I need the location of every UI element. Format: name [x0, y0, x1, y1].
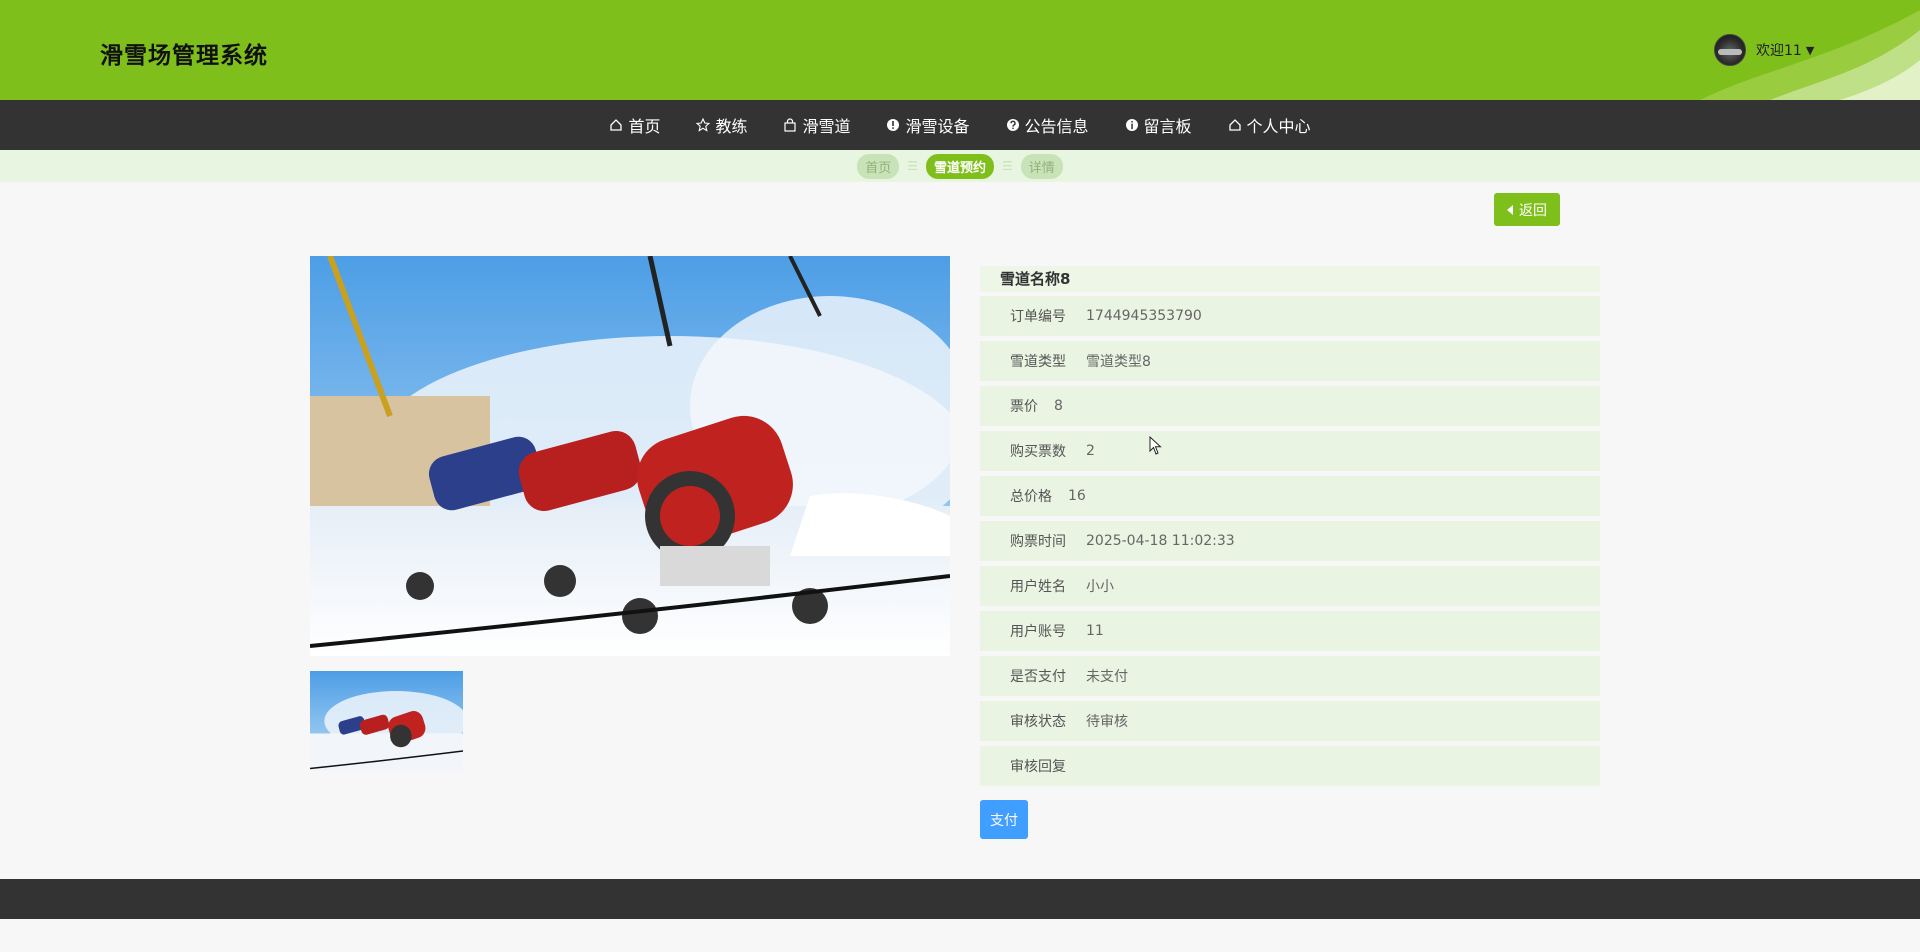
avatar[interactable] [1714, 34, 1746, 66]
field-label: 雪道类型 [1010, 354, 1066, 370]
detail-row-user-name: 用户姓名 小小 [980, 566, 1600, 606]
field-value: 11 [1086, 623, 1104, 639]
field-label: 审核回复 [1010, 759, 1066, 775]
breadcrumb-separator: ☰ [1002, 159, 1013, 173]
field-label: 购买票数 [1010, 444, 1066, 460]
detail-row-payment-status: 是否支付 未支付 [980, 656, 1600, 696]
detail-row-ticket-price: 票价 8 [980, 386, 1600, 426]
nav-item-message-board[interactable]: 留言板 [1125, 113, 1192, 137]
bag-icon [784, 118, 797, 132]
user-menu[interactable]: 欢迎11 ▼ [1714, 34, 1814, 66]
caret-left-icon [1507, 204, 1513, 215]
nav-label: 留言板 [1143, 117, 1192, 136]
nav-item-home[interactable]: 首页 [609, 113, 660, 137]
header-bar: 滑雪场管理系统 欢迎11 ▼ [0, 0, 1920, 100]
nav-item-user-center[interactable]: 个人中心 [1228, 113, 1311, 137]
field-value: 小小 [1086, 579, 1114, 595]
snow-machine-photo [310, 256, 950, 656]
detail-row-purchase-time: 购票时间 2025-04-18 11:02:33 [980, 521, 1600, 561]
nav-label: 公告信息 [1024, 117, 1089, 136]
breadcrumb: 首页 ☰ 雪道预约 ☰ 详情 [0, 150, 1920, 182]
back-button[interactable]: 返回 [1494, 193, 1560, 226]
field-label: 订单编号 [1010, 309, 1066, 325]
nav-item-ski-trail[interactable]: 滑雪道 [783, 113, 850, 137]
field-label: 用户账号 [1010, 624, 1066, 640]
main-nav: 首页 教练 滑雪道 滑雪设备 公告信息 留言板 个人中心 [0, 100, 1920, 150]
field-value: 雪道类型8 [1086, 354, 1151, 370]
question-icon [1006, 119, 1019, 131]
field-label: 总价格 [1010, 489, 1052, 505]
star-icon [696, 118, 711, 132]
nav-label: 教练 [715, 117, 748, 136]
detail-row-review-reply: 审核回复 [980, 746, 1600, 786]
breadcrumb-separator: ☰ [907, 159, 918, 173]
field-value: 1744945353790 [1086, 308, 1202, 324]
mouse-cursor-icon [1149, 436, 1162, 455]
detail-row-trail-type: 雪道类型 雪道类型8 [980, 341, 1600, 381]
field-label: 购票时间 [1010, 534, 1066, 550]
detail-row-order-number: 订单编号 1744945353790 [980, 296, 1600, 336]
field-label: 是否支付 [1010, 669, 1066, 685]
nav-item-coach[interactable]: 教练 [696, 113, 747, 137]
welcome-text[interactable]: 欢迎11 [1756, 40, 1802, 60]
field-label: 用户姓名 [1010, 579, 1066, 595]
home-icon [1228, 119, 1241, 131]
info-icon [1125, 119, 1138, 131]
product-thumbnail[interactable] [310, 671, 463, 771]
field-value: 8 [1054, 398, 1063, 414]
trail-name-title: 雪道名称8 [980, 266, 1600, 292]
detail-row-user-account: 用户账号 11 [980, 611, 1600, 651]
field-value: 16 [1068, 488, 1086, 504]
field-value: 未支付 [1086, 669, 1128, 685]
site-title: 滑雪场管理系统 [100, 43, 268, 69]
back-button-label: 返回 [1519, 202, 1547, 219]
field-label: 票价 [1010, 399, 1038, 415]
field-label: 审核状态 [1010, 714, 1066, 730]
breadcrumb-trail-booking[interactable]: 雪道预约 [925, 153, 994, 179]
detail-row-ticket-count: 购买票数 2 [980, 431, 1600, 471]
breadcrumb-detail: 详情 [1020, 153, 1063, 179]
detail-row-review-status: 审核状态 待审核 [980, 701, 1600, 741]
field-value: 2025-04-18 11:02:33 [1086, 533, 1235, 549]
nav-label: 首页 [628, 117, 661, 136]
breadcrumb-home[interactable]: 首页 [857, 153, 900, 179]
alert-icon [887, 119, 900, 131]
field-value: 待审核 [1086, 714, 1128, 730]
nav-label: 个人中心 [1246, 117, 1311, 136]
chevron-down-icon[interactable]: ▼ [1806, 44, 1814, 57]
detail-row-total-price: 总价格 16 [980, 476, 1600, 516]
product-main-image [310, 256, 950, 656]
pay-button[interactable]: 支付 [980, 800, 1028, 839]
footer-bar [0, 879, 1920, 919]
nav-label: 滑雪道 [802, 117, 851, 136]
nav-item-equipment[interactable]: 滑雪设备 [886, 113, 970, 137]
nav-item-announcement[interactable]: 公告信息 [1006, 113, 1089, 137]
booking-detail: 雪道名称8 订单编号 1744945353790 雪道类型 雪道类型8 票价 8… [980, 266, 1600, 791]
home-icon [610, 119, 623, 131]
snow-machine-thumbnail [310, 671, 463, 771]
nav-label: 滑雪设备 [905, 117, 970, 136]
field-value: 2 [1086, 443, 1095, 459]
